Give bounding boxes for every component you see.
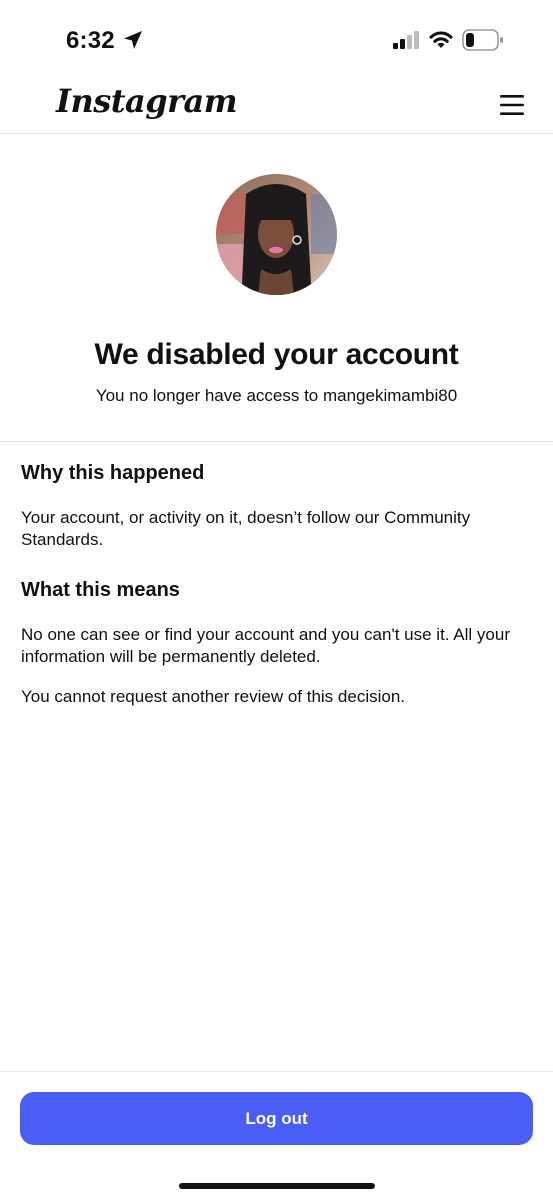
why-heading: Why this happened	[21, 462, 205, 484]
means-text: No one can see or find your account and …	[21, 625, 510, 666]
section-divider	[0, 441, 553, 442]
footer-divider	[0, 1071, 553, 1072]
status-bar: 6:32	[0, 0, 553, 80]
means-heading: What this means	[21, 579, 180, 601]
status-time: 6:32	[66, 27, 115, 54]
avatar	[216, 174, 337, 295]
logout-button[interactable]: Log out	[20, 1092, 533, 1145]
profile-photo	[216, 174, 337, 295]
account-subtitle: You no longer have access to mangekimamb…	[95, 386, 458, 405]
review-note: You cannot request another review of thi…	[21, 687, 406, 706]
cellular-signal-icon	[393, 31, 419, 49]
header-bar: Instagram	[0, 80, 553, 134]
instagram-logo[interactable]: Instagram	[56, 82, 238, 120]
means-text-block: No one can see or find your account and …	[21, 624, 536, 668]
home-indicator	[179, 1183, 375, 1189]
hamburger-menu-icon[interactable]	[498, 93, 526, 117]
review-note-block: You cannot request another review of thi…	[21, 686, 536, 708]
why-section: Why this happened	[21, 462, 536, 485]
location-arrow-icon	[124, 31, 142, 49]
means-section: What this means	[21, 579, 536, 602]
page-title: We disabled your account	[94, 338, 459, 371]
battery-icon	[462, 29, 503, 51]
wifi-icon	[429, 31, 453, 48]
why-text: Your account, or activity on it, doesn’t…	[21, 508, 471, 549]
why-text-block: Your account, or activity on it, doesn’t…	[21, 507, 536, 551]
